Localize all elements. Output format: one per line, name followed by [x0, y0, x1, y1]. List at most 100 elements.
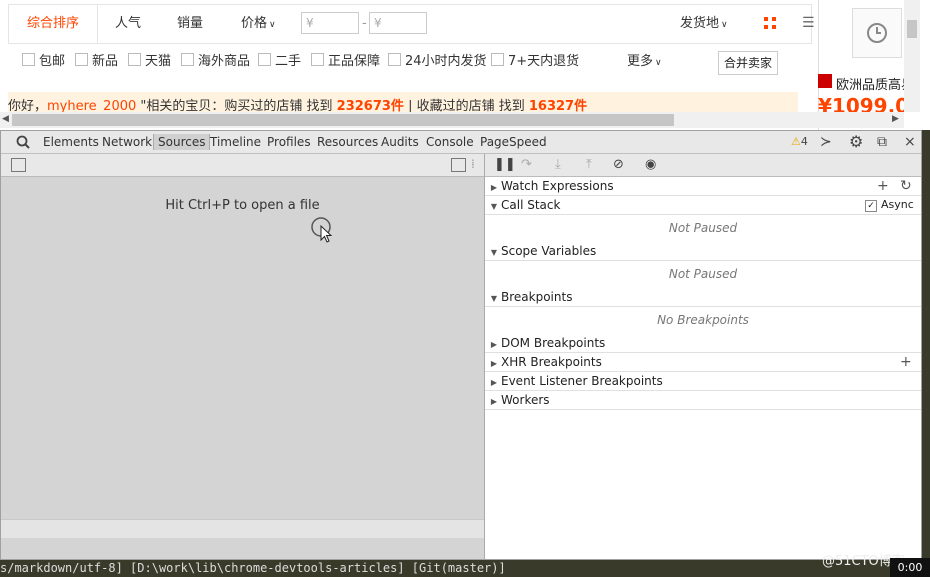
refresh-icon[interactable]: ↻: [900, 177, 912, 195]
checkbox[interactable]: [75, 53, 88, 66]
warnings-counter[interactable]: ⚠4: [791, 134, 808, 150]
checkbox[interactable]: [22, 53, 35, 66]
chevron-down-icon: ∨: [655, 58, 662, 68]
devtools-tabbar: Elements Network Sources Timeline Profil…: [1, 131, 921, 154]
section-title: Workers: [501, 393, 550, 407]
scope-variables-header[interactable]: ▼ Scope Variables: [485, 242, 921, 261]
toggle-debugger-icon[interactable]: [451, 158, 466, 172]
price-min-input[interactable]: ¥: [301, 12, 359, 34]
filter-new[interactable]: 新品: [75, 43, 118, 81]
tab-profiles[interactable]: Profiles: [267, 134, 311, 150]
tab-pagespeed[interactable]: PageSpeed: [480, 134, 547, 150]
tab-timeline[interactable]: Timeline: [210, 134, 261, 150]
side-product-title[interactable]: 欧洲品质高易: [836, 74, 914, 93]
tab-console[interactable]: Console: [426, 134, 474, 150]
section-title: Call Stack: [501, 198, 561, 212]
dom-breakpoints-header[interactable]: ▶ DOM Breakpoints: [485, 334, 921, 353]
merge-seller-button[interactable]: 合并卖家: [718, 51, 778, 75]
checkbox[interactable]: [181, 53, 194, 66]
debugger-toolbar: ❚❚ ↷ ⤓ ⤒ ⊘ ◉: [485, 154, 921, 177]
sort-popularity[interactable]: 人气: [115, 5, 141, 43]
sort-price-label: 价格: [241, 16, 268, 31]
breakpoints-body: No Breakpoints: [485, 307, 921, 335]
tab-elements[interactable]: Elements: [43, 134, 99, 150]
terminal-line: s/markdown/utf-8] [D:\work\lib\chrome-de…: [0, 560, 930, 577]
filter-label: 正品保障: [328, 54, 381, 69]
warnings-count: 4: [800, 135, 808, 148]
clock-icon: [867, 23, 887, 43]
more-filters[interactable]: 更多 ∨: [627, 43, 662, 81]
step-into-icon[interactable]: ⤓: [555, 157, 561, 173]
sort-comprehensive[interactable]: 综合排序: [9, 5, 99, 43]
tab-audits[interactable]: Audits: [381, 134, 419, 150]
dock-icon[interactable]: ⧉: [877, 134, 887, 150]
history-button[interactable]: [852, 8, 902, 58]
filter-second-hand[interactable]: 二手: [258, 43, 301, 81]
price-dash: -: [362, 16, 367, 31]
grid-view-icon[interactable]: [764, 17, 778, 31]
triangle-right-icon: ▶: [490, 340, 498, 349]
gear-icon[interactable]: ⚙: [849, 134, 863, 150]
deactivate-breakpoints-icon[interactable]: ⊘: [613, 157, 624, 173]
filter-tmall[interactable]: 天猫: [128, 43, 171, 81]
filter-24h-ship[interactable]: 24小时内发货: [388, 43, 487, 81]
section-title: Watch Expressions: [501, 179, 614, 193]
checkbox[interactable]: [258, 53, 271, 66]
drag-handle-icon[interactable]: ⁞: [471, 157, 475, 171]
step-out-icon[interactable]: ⤒: [586, 157, 592, 173]
scroll-left-icon[interactable]: ◀: [2, 114, 9, 124]
search-icon[interactable]: [16, 134, 30, 154]
triangle-right-icon: ▶: [490, 183, 498, 192]
scrollbar-thumb[interactable]: [907, 20, 917, 38]
checkbox[interactable]: [491, 53, 504, 66]
tab-network[interactable]: Network: [102, 134, 152, 150]
breakpoints-header[interactable]: ▼ Breakpoints: [485, 288, 921, 307]
filter-label: 24小时内发货: [405, 54, 487, 69]
checkbox[interactable]: [128, 53, 141, 66]
add-icon[interactable]: +: [877, 177, 889, 195]
tab-resources[interactable]: Resources: [317, 134, 378, 150]
sort-price[interactable]: 价格 ∨: [241, 5, 276, 43]
step-over-icon[interactable]: ↷: [521, 157, 532, 173]
filter-free-shipping[interactable]: 包邮: [22, 43, 65, 81]
event-listener-breakpoints-header[interactable]: ▶ Event Listener Breakpoints: [485, 372, 921, 391]
checkbox[interactable]: [311, 53, 324, 66]
ship-from-label: 发货地: [680, 16, 720, 31]
workers-header[interactable]: ▶ Workers: [485, 391, 921, 410]
list-view-icon[interactable]: ☰: [802, 15, 815, 31]
vertical-scrollbar[interactable]: [904, 0, 920, 112]
filter-overseas[interactable]: 海外商品: [181, 43, 250, 81]
ship-from-select[interactable]: 发货地 ∨: [680, 5, 728, 43]
filter-7day-return[interactable]: 7+天内退货: [491, 43, 579, 81]
call-stack-header[interactable]: ▼ Call Stack ✓ Async: [485, 196, 921, 215]
section-title: XHR Breakpoints: [501, 355, 602, 369]
checkbox-checked-icon: ✓: [865, 200, 877, 212]
triangle-right-icon: ▶: [490, 359, 498, 368]
section-title: Scope Variables: [501, 244, 597, 258]
xhr-breakpoints-header[interactable]: ▶ XHR Breakpoints +: [485, 353, 921, 372]
triangle-down-icon: ▼: [490, 248, 498, 257]
more-label: 更多: [627, 54, 654, 69]
watch-expressions-header[interactable]: ▶ Watch Expressions + ↻: [485, 177, 921, 196]
pause-icon[interactable]: ❚❚: [494, 157, 516, 173]
pause-on-exceptions-icon[interactable]: ◉: [645, 157, 656, 173]
toggle-navigator-icon[interactable]: [11, 158, 26, 172]
call-stack-body: Not Paused: [485, 215, 921, 243]
scrollbar-thumb[interactable]: [12, 114, 674, 126]
open-file-hint: Hit Ctrl+P to open a file: [165, 198, 320, 213]
console-drawer-icon[interactable]: ≻: [820, 134, 832, 150]
add-icon[interactable]: +: [900, 353, 912, 371]
tab-sources[interactable]: Sources: [153, 134, 211, 150]
mouse-cursor-icon: [311, 217, 333, 243]
triangle-down-icon: ▼: [490, 294, 498, 303]
price-max-input[interactable]: ¥: [369, 12, 427, 34]
async-checkbox[interactable]: ✓ Async: [865, 196, 914, 214]
checkbox[interactable]: [388, 53, 401, 66]
sources-toolbar: ⁞: [1, 154, 484, 177]
filter-genuine[interactable]: 正品保障: [311, 43, 380, 81]
scroll-right-icon[interactable]: ▶: [892, 114, 899, 124]
close-icon[interactable]: ×: [904, 134, 916, 150]
section-title: Breakpoints: [501, 290, 573, 304]
sort-sales[interactable]: 销量: [177, 5, 203, 43]
side-product-price: ¥1099.0: [818, 94, 910, 112]
